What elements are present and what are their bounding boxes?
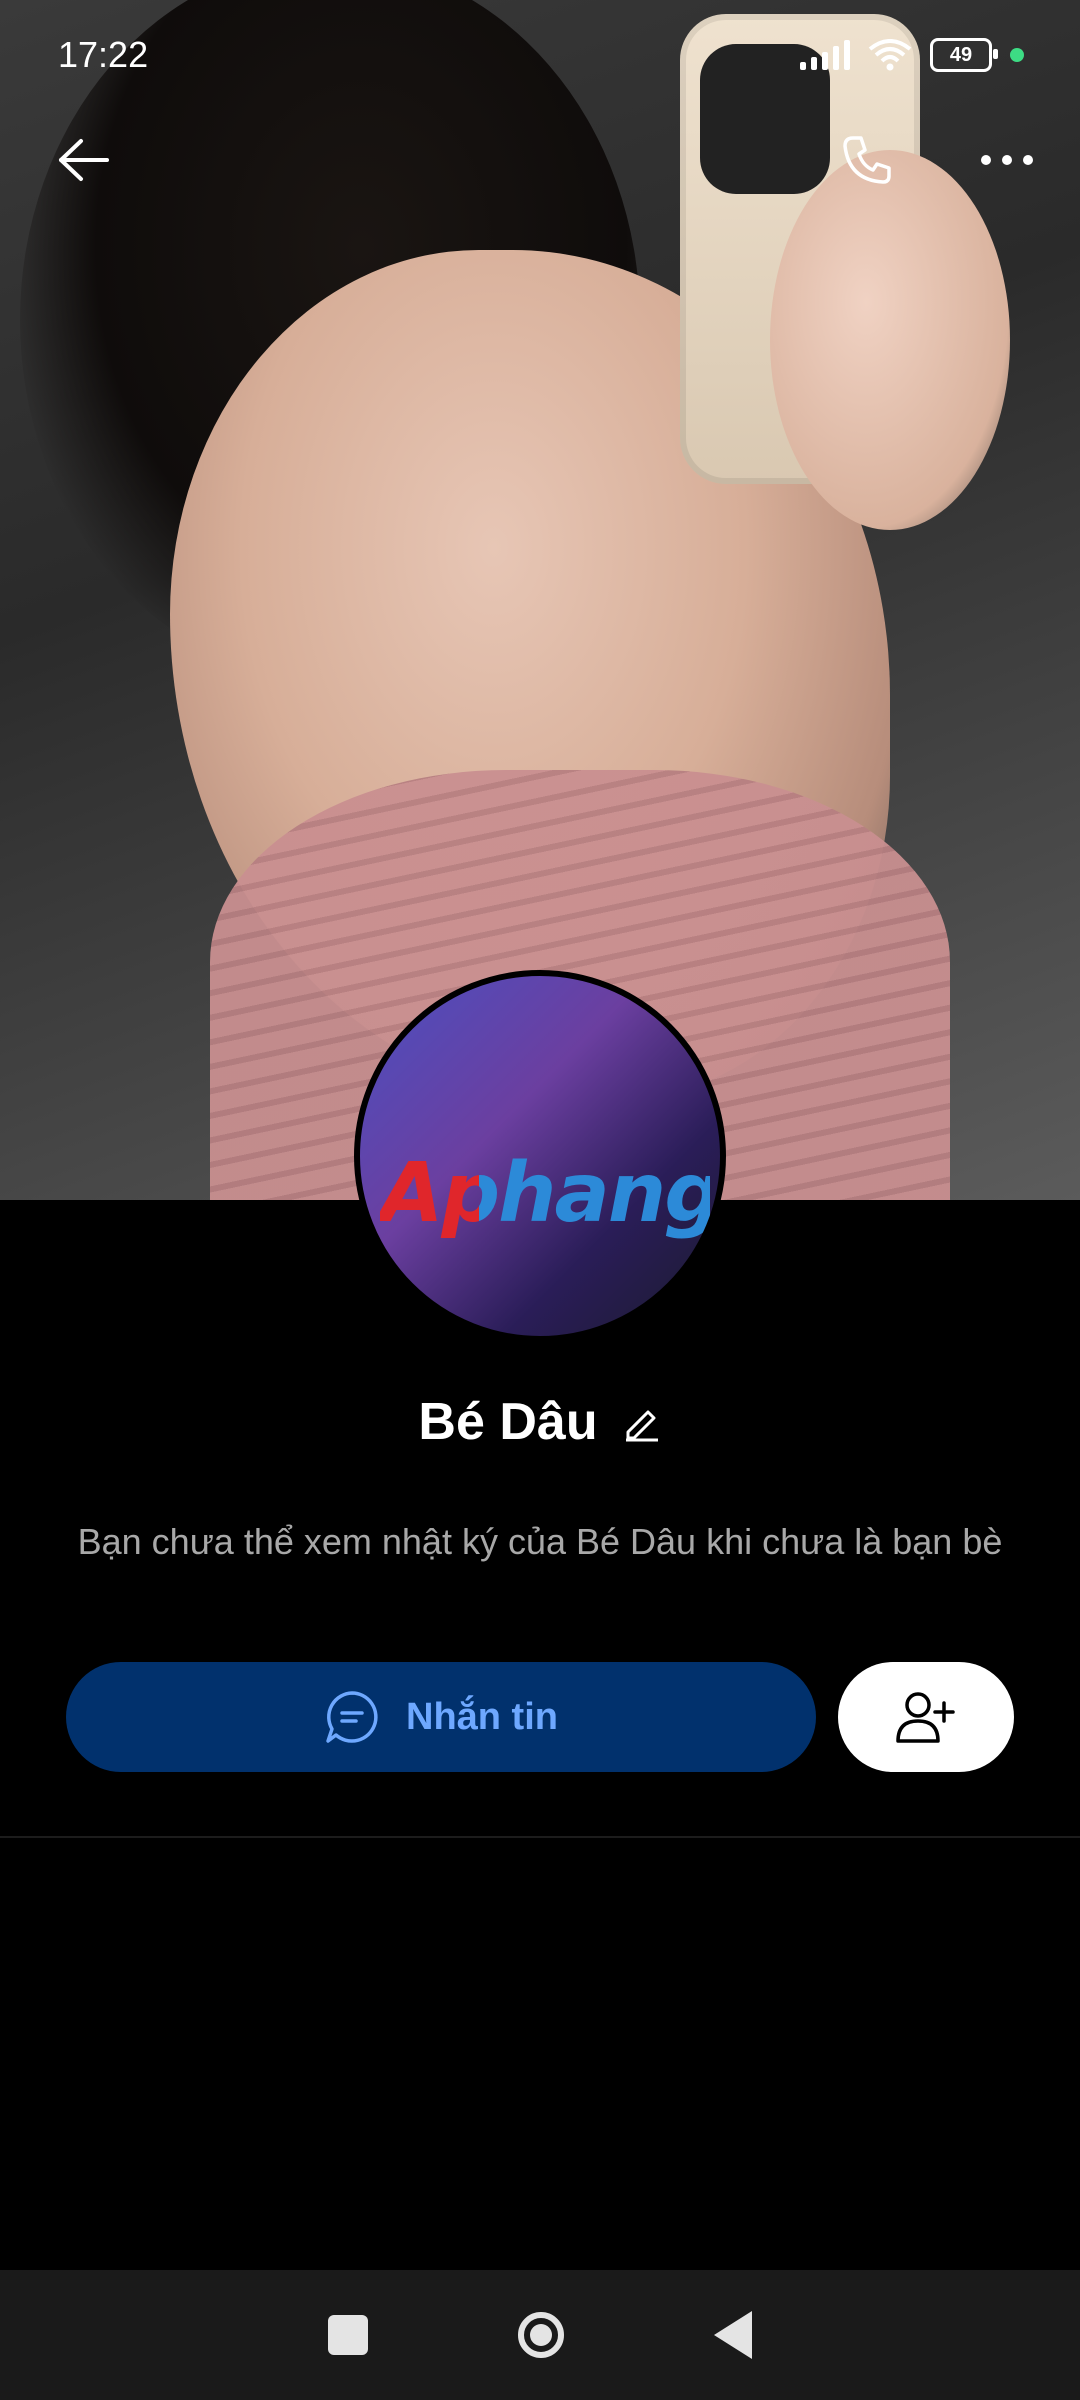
cover-photo-hand-shape (770, 150, 1010, 530)
recent-apps-icon[interactable] (328, 2315, 368, 2355)
friend-restriction-text: Bạn chưa thể xem nhật ký của Bé Dâu khi … (77, 1521, 1003, 1562)
avatar[interactable]: Aphang (354, 970, 726, 1342)
status-bar: 17:22 49 (0, 0, 1080, 110)
signal-icon (800, 40, 850, 70)
profile-name-row: Bé Dâu (0, 1382, 1080, 1462)
back-arrow-icon[interactable] (48, 125, 118, 195)
profile-topbar (0, 120, 1080, 200)
battery-icon: 49 (930, 38, 998, 72)
message-button-label: Nhắn tin (406, 1695, 558, 1738)
add-friend-button[interactable] (838, 1662, 1014, 1772)
wifi-icon (868, 39, 912, 71)
status-time: 17:22 (58, 34, 149, 75)
edit-pencil-icon[interactable] (622, 1402, 662, 1442)
section-divider (0, 1836, 1080, 1838)
phone-call-icon[interactable] (832, 125, 902, 195)
status-icons: 49 (800, 38, 1024, 72)
status-dot-icon (1010, 48, 1024, 62)
chat-bubble-icon (326, 1691, 378, 1743)
topbar-actions (832, 125, 1042, 195)
add-friend-icon (896, 1692, 955, 1743)
system-navigation-bar (0, 2270, 1080, 2400)
more-options-icon[interactable] (972, 125, 1042, 195)
profile-name: Bé Dâu (418, 1393, 598, 1451)
avatar-watermark: Aphang (380, 1146, 721, 1241)
home-icon[interactable] (518, 2312, 564, 2358)
battery-level: 49 (949, 43, 973, 66)
message-button[interactable]: Nhắn tin (66, 1662, 816, 1772)
back-triangle-icon[interactable] (714, 2311, 752, 2359)
